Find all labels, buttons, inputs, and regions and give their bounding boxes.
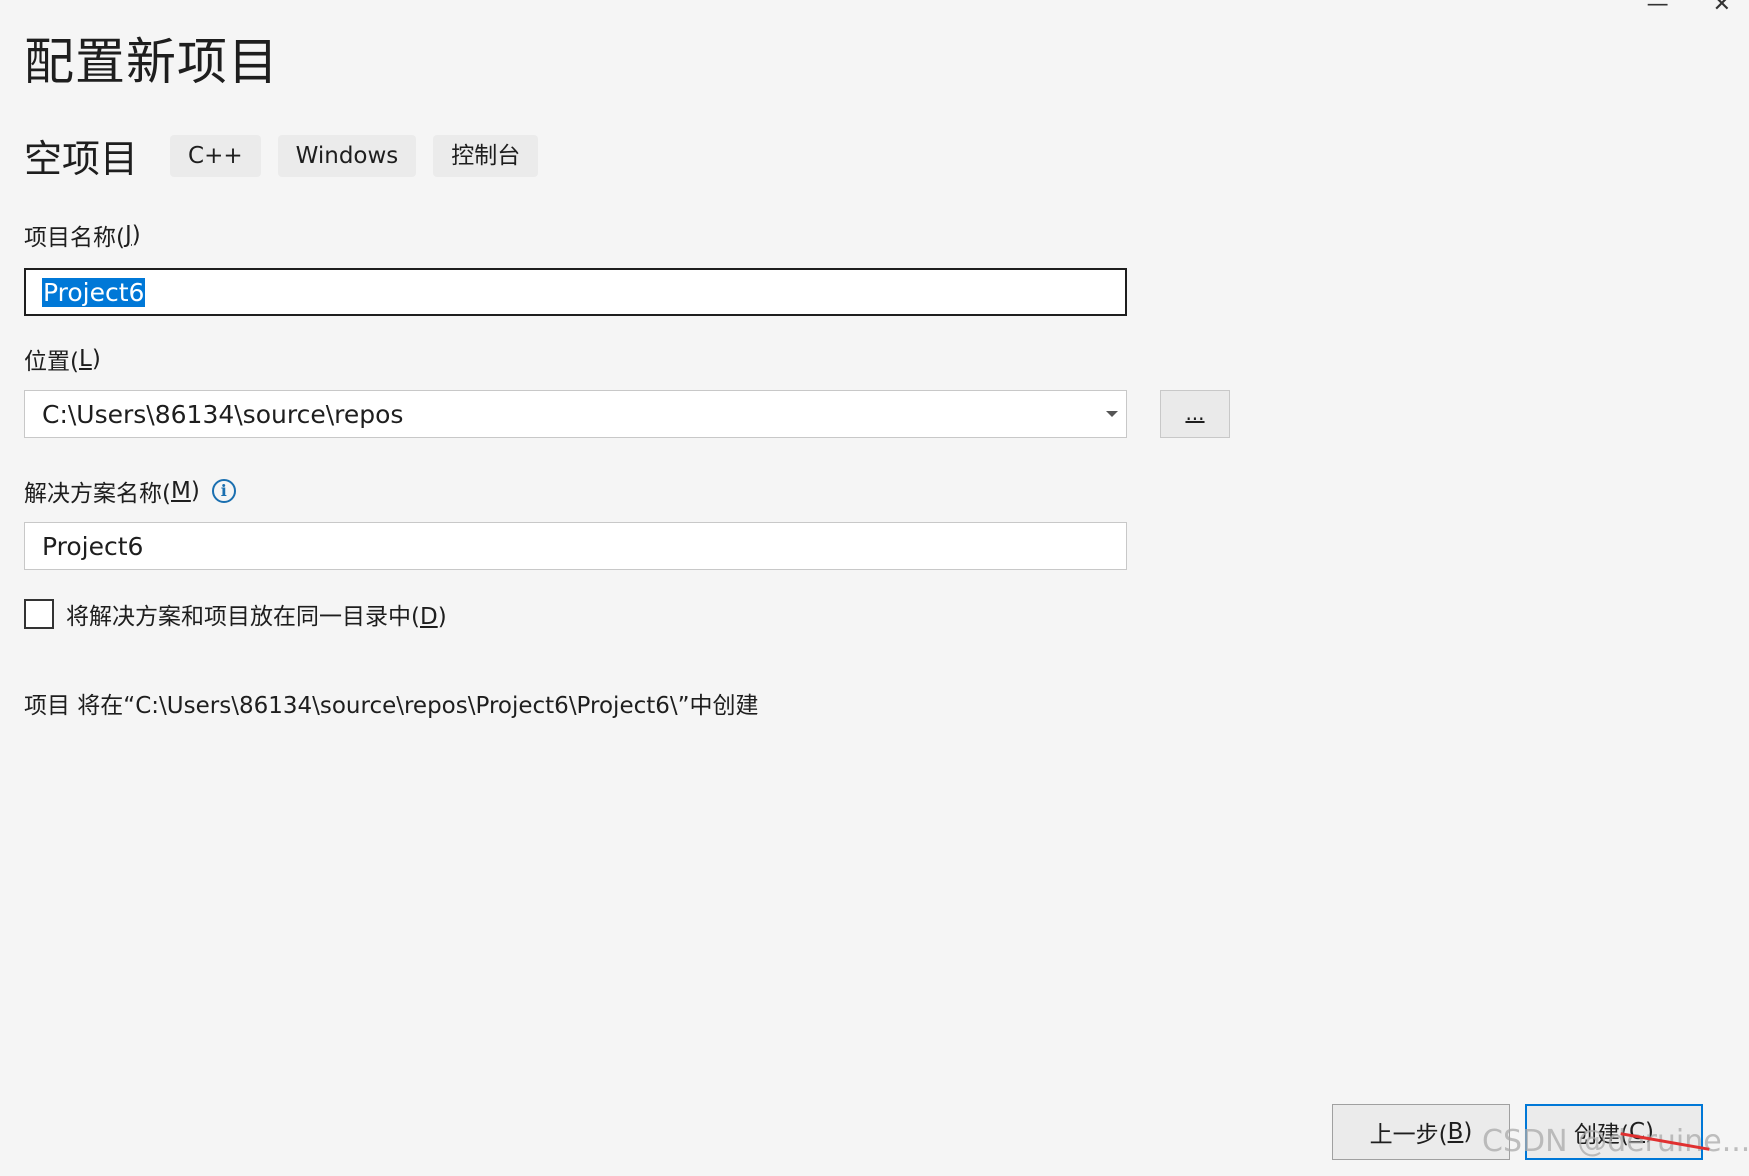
close-icon[interactable]: ✕ [1713,0,1731,17]
template-summary: 空项目 C++ Windows 控制台 [24,128,555,183]
window-controls: — ✕ [1647,0,1731,17]
tag-language: C++ [170,134,261,177]
location-value: C:\Users\86134\source\repos [42,399,404,429]
project-name-label: 项目名称(J) [24,222,141,251]
template-name: 空项目 [24,137,139,181]
minimize-icon[interactable]: — [1647,0,1669,17]
project-name-input[interactable]: Project6 [24,268,1127,316]
page-title: 配置新项目 [24,33,279,91]
same-directory-label[interactable]: 将解决方案和项目放在同一目录中(D) [66,597,447,631]
solution-name-label: 解决方案名称(M) i [24,474,236,508]
tag-platform: Windows [277,134,417,177]
project-name-value: Project6 [42,277,146,307]
same-directory-checkbox[interactable] [24,599,54,629]
location-label: 位置(L) [24,346,101,375]
solution-name-input[interactable]: Project6 [24,522,1127,570]
watermark: CSDN @deruine... [1482,1124,1749,1159]
location-combobox[interactable]: C:\Users\86134\source\repos [24,390,1127,438]
browse-button[interactable]: ... [1160,390,1230,438]
same-directory-option: 将解决方案和项目放在同一目录中(D) [24,597,447,631]
tag-project-type: 控制台 [433,134,539,177]
solution-name-value: Project6 [42,531,144,561]
configure-project-window: — ✕ 配置新项目 空项目 C++ Windows 控制台 项目名称(J) Pr… [0,0,1749,1176]
chevron-down-icon[interactable] [1106,411,1118,417]
info-icon[interactable]: i [211,479,236,503]
creation-path-note: 项目 将在“C:\Users\86134\source\repos\Projec… [24,693,759,719]
